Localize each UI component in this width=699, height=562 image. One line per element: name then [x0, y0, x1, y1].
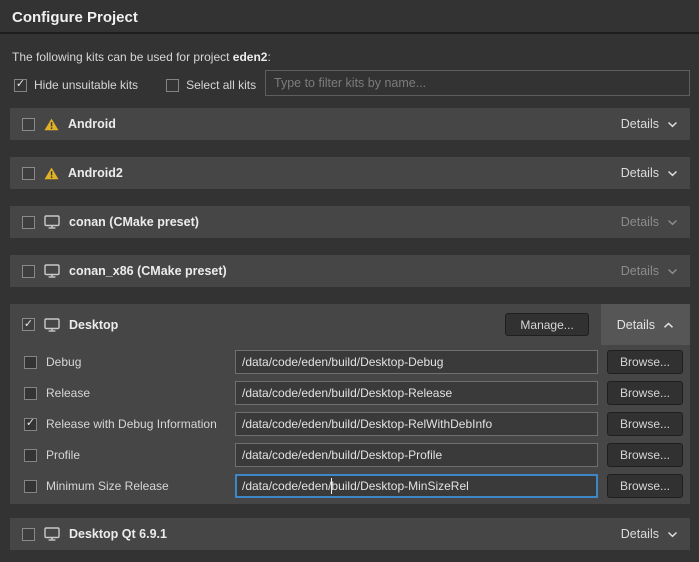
- manage-kits-button[interactable]: Manage...: [505, 313, 588, 336]
- browse-button[interactable]: Browse...: [607, 381, 683, 405]
- project-name: eden2: [233, 50, 268, 64]
- kit-details-toggle[interactable]: Details: [601, 304, 690, 345]
- select-all-kits-checkbox[interactable]: [166, 79, 179, 92]
- build-config-row-profile: Profile Browse...: [10, 443, 690, 467]
- build-config-label: Release with Debug Information: [46, 417, 217, 431]
- kit-details-toggle[interactable]: Details: [609, 255, 690, 287]
- chevron-down-icon: [667, 170, 678, 177]
- kit-checkbox[interactable]: [22, 167, 35, 180]
- desktop-icon: [44, 215, 60, 229]
- kit-name: Desktop: [69, 318, 118, 332]
- kit-filter-input[interactable]: [265, 70, 690, 96]
- kit-row-desktop: Desktop Manage... Details Debug Browse..…: [10, 304, 690, 504]
- details-label: Details: [621, 527, 659, 541]
- kit-checkbox[interactable]: [22, 216, 35, 229]
- details-label: Details: [621, 117, 659, 131]
- chevron-up-icon: [663, 318, 674, 332]
- kit-details-toggle[interactable]: Details: [609, 108, 690, 140]
- build-dir-input-release[interactable]: [235, 381, 598, 405]
- text-caret: [331, 478, 332, 494]
- kit-name: Android2: [68, 166, 123, 180]
- kit-filter-toolbar: Hide unsuitable kits Select all kits: [14, 72, 274, 98]
- chevron-down-icon: [667, 121, 678, 128]
- desktop-icon: [44, 318, 60, 332]
- browse-button[interactable]: Browse...: [607, 443, 683, 467]
- kit-name: Android: [68, 117, 116, 131]
- build-config-row-release: Release Browse...: [10, 381, 690, 405]
- build-dir-input-minsizerel[interactable]: [235, 474, 598, 498]
- build-config-label: Minimum Size Release: [46, 479, 169, 493]
- hide-unsuitable-kits-checkbox-group[interactable]: Hide unsuitable kits: [14, 78, 138, 92]
- desktop-icon: [44, 527, 60, 541]
- browse-button[interactable]: Browse...: [607, 412, 683, 436]
- kit-row-conan-x86: conan_x86 (CMake preset) Details: [10, 255, 690, 287]
- build-config-label: Debug: [46, 355, 81, 369]
- kit-row-android2: Android2 Details: [10, 157, 690, 189]
- build-config-label: Profile: [46, 448, 80, 462]
- chevron-down-icon: [667, 531, 678, 538]
- build-config-row-debug: Debug Browse...: [10, 350, 690, 374]
- kit-name: Desktop Qt 6.9.1: [69, 527, 167, 541]
- chevron-down-icon: [667, 268, 678, 275]
- kit-details-toggle[interactable]: Details: [609, 206, 690, 238]
- browse-button[interactable]: Browse...: [607, 350, 683, 374]
- kit-checkbox[interactable]: [22, 265, 35, 278]
- warning-icon: [44, 118, 59, 131]
- kit-details-toggle[interactable]: Details: [609, 518, 690, 550]
- page-title: Configure Project: [12, 9, 138, 26]
- details-label: Details: [621, 215, 659, 229]
- kit-name: conan (CMake preset): [69, 215, 199, 229]
- build-dir-input-profile[interactable]: [235, 443, 598, 467]
- hide-unsuitable-kits-checkbox[interactable]: [14, 79, 27, 92]
- select-all-kits-label: Select all kits: [186, 78, 256, 92]
- build-config-checkbox[interactable]: [24, 449, 37, 462]
- intro-text: The following kits can be used for proje…: [12, 50, 271, 64]
- desktop-icon: [44, 264, 60, 278]
- hide-unsuitable-kits-label: Hide unsuitable kits: [34, 78, 138, 92]
- build-config-checkbox[interactable]: [24, 387, 37, 400]
- browse-button[interactable]: Browse...: [607, 474, 683, 498]
- details-label: Details: [617, 318, 655, 332]
- build-config-row-relwithdebinfo: Release with Debug Information Browse...: [10, 412, 690, 436]
- kit-checkbox[interactable]: [22, 118, 35, 131]
- warning-icon: [44, 167, 59, 180]
- build-dir-input-debug[interactable]: [235, 350, 598, 374]
- kit-name: conan_x86 (CMake preset): [69, 264, 227, 278]
- kit-row-conan: conan (CMake preset) Details: [10, 206, 690, 238]
- kit-row-android: Android Details: [10, 108, 690, 140]
- chevron-down-icon: [667, 219, 678, 226]
- kit-details-toggle[interactable]: Details: [609, 157, 690, 189]
- details-label: Details: [621, 264, 659, 278]
- kit-checkbox[interactable]: [22, 318, 35, 331]
- build-config-checkbox[interactable]: [24, 480, 37, 493]
- build-config-checkbox[interactable]: [24, 418, 37, 431]
- details-label: Details: [621, 166, 659, 180]
- kit-checkbox[interactable]: [22, 528, 35, 541]
- kit-row-desktop-qt: Desktop Qt 6.9.1 Details: [10, 518, 690, 550]
- build-config-label: Release: [46, 386, 90, 400]
- build-dir-input-relwithdebinfo[interactable]: [235, 412, 598, 436]
- select-all-kits-checkbox-group[interactable]: Select all kits: [166, 78, 256, 92]
- intro-after: :: [267, 50, 270, 64]
- title-separator: [0, 32, 699, 34]
- intro-before: The following kits can be used for proje…: [12, 50, 233, 64]
- build-config-row-minsizerel: Minimum Size Release Browse...: [10, 474, 690, 498]
- build-config-checkbox[interactable]: [24, 356, 37, 369]
